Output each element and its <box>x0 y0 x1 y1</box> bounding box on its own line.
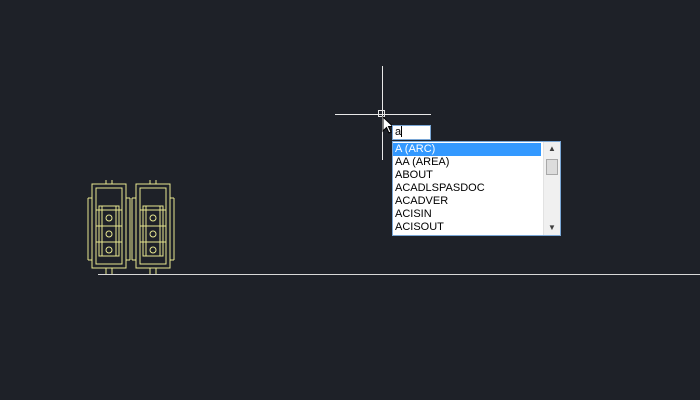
autocomplete-item-about[interactable]: ABOUT <box>393 169 541 182</box>
autocomplete-item-acadver[interactable]: ACADVER <box>393 195 541 208</box>
ground-line[interactable] <box>98 274 700 275</box>
dynamic-command-input[interactable]: a <box>392 125 431 140</box>
autocomplete-item-acadlspasdoc[interactable]: ACADLSPASDOC <box>393 182 541 195</box>
triangle-up-icon[interactable]: ▲ <box>544 142 560 156</box>
autocomplete-item-acisin[interactable]: ACISIN <box>393 208 541 221</box>
autocomplete-item-arc[interactable]: A (ARC) <box>393 143 541 156</box>
command-autocomplete-list[interactable]: A (ARC) AA (AREA) ABOUT ACADLSPASDOC ACA… <box>392 141 561 236</box>
scrollbar-thumb[interactable] <box>546 159 558 175</box>
autocomplete-item-area[interactable]: AA (AREA) <box>393 156 541 169</box>
triangle-down-icon[interactable]: ▼ <box>544 221 560 235</box>
autocomplete-items: A (ARC) AA (AREA) ABOUT ACADLSPASDOC ACA… <box>393 143 541 234</box>
text-caret <box>401 126 403 137</box>
cad-drawing-blocks[interactable] <box>86 180 180 276</box>
autocomplete-item-acisout[interactable]: ACISOUT <box>393 221 541 234</box>
drawing-canvas[interactable]: a A (ARC) AA (AREA) ABOUT ACADLSPASDOC A… <box>0 0 700 400</box>
autocomplete-scrollbar[interactable]: ▲ ▼ <box>543 142 560 235</box>
